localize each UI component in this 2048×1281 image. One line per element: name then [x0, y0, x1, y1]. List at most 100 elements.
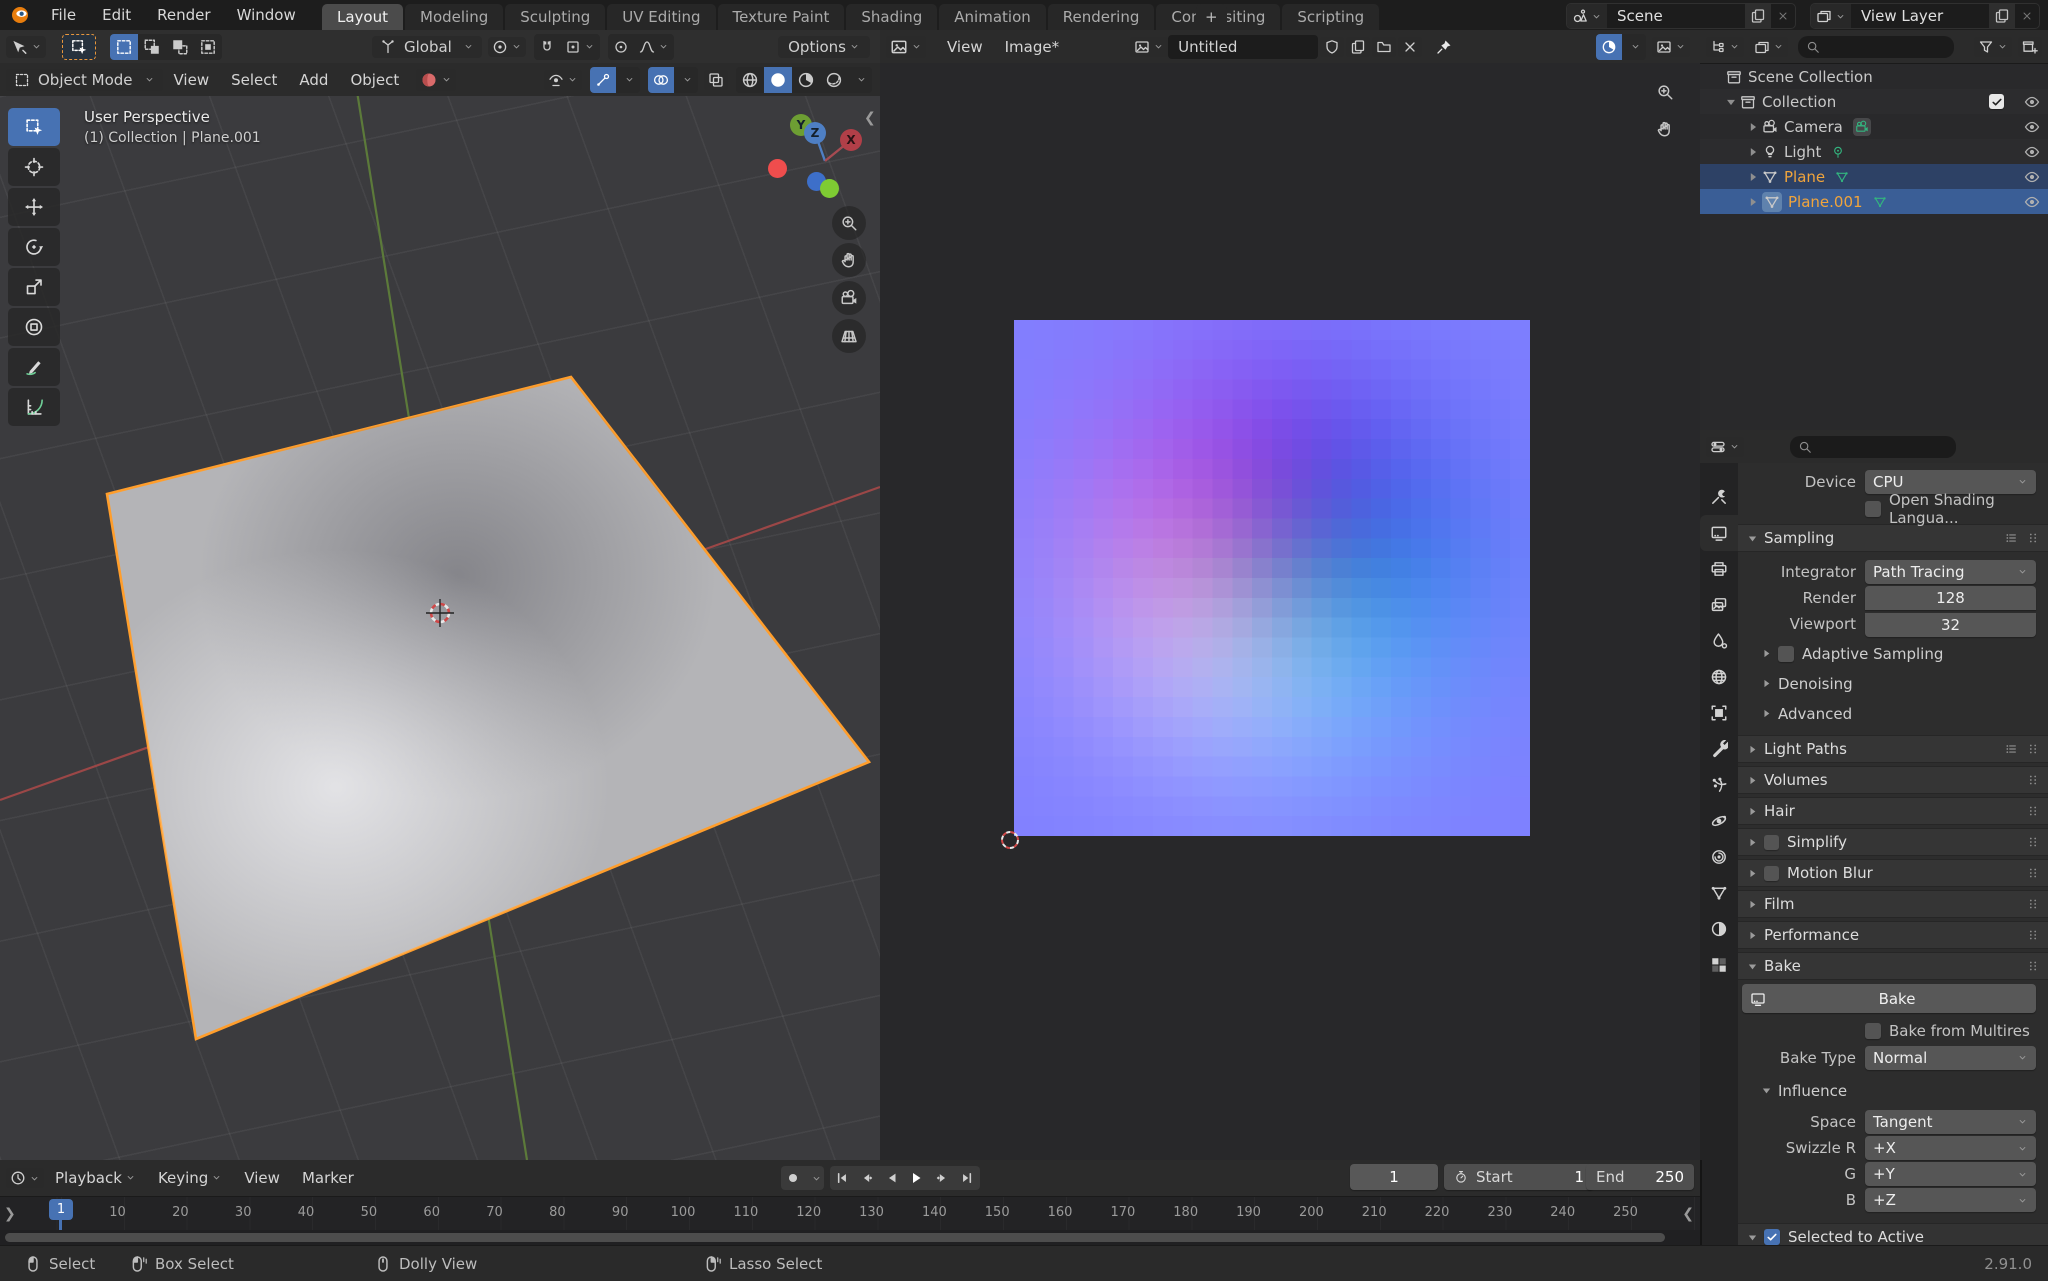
editor-type-button[interactable]: [886, 35, 926, 58]
editor-type-button[interactable]: [6, 35, 46, 58]
active-tool-button[interactable]: [62, 33, 96, 60]
menu-item[interactable]: Marker: [291, 1169, 365, 1187]
panel-header[interactable]: Film: [1738, 890, 2048, 918]
menu-item[interactable]: View: [233, 1169, 291, 1187]
integrator-dropdown[interactable]: Path Tracing: [1865, 559, 2036, 584]
select-mode-subtract-button[interactable]: [166, 34, 194, 60]
timeline-scrollbar[interactable]: [0, 1230, 1700, 1245]
open-image-button[interactable]: [1372, 36, 1397, 57]
jump-to-end-button[interactable]: [955, 1166, 980, 1190]
tool-transform[interactable]: [8, 308, 60, 346]
workspace-tab[interactable]: Modeling: [405, 4, 504, 30]
tab-physics[interactable]: [1700, 803, 1738, 839]
workspace-tab[interactable]: Animation: [939, 4, 1046, 30]
disclosure-triangle-icon[interactable]: [1746, 145, 1760, 159]
workspace-tab[interactable]: Sculpting: [505, 4, 606, 30]
fake-user-toggle[interactable]: [1320, 36, 1345, 57]
overlays-dropdown[interactable]: [674, 67, 698, 93]
scrollbar-handle[interactable]: [5, 1233, 1665, 1242]
bake-button[interactable]: Bake: [1742, 984, 2036, 1013]
camera-view-button[interactable]: [832, 281, 866, 315]
properties-search-input[interactable]: [1790, 435, 1956, 458]
subpanel-checkbox[interactable]: [1778, 645, 1794, 662]
tab-object-data[interactable]: [1700, 875, 1738, 911]
pivot-point-dropdown[interactable]: [487, 36, 526, 57]
image-mode-button[interactable]: [1596, 33, 1622, 60]
select-mode-intersect-button[interactable]: [194, 34, 222, 60]
menu-item[interactable]: Object: [339, 71, 410, 89]
tool-select-box[interactable]: [8, 108, 60, 146]
proportional-edit-toggle[interactable]: [608, 34, 634, 60]
eye-icon[interactable]: [2024, 169, 2040, 185]
workspace-tab[interactable]: Shading: [846, 4, 938, 30]
unlink-image-button[interactable]: [1398, 36, 1423, 57]
snap-toggle-button[interactable]: [534, 34, 560, 60]
playhead[interactable]: 1: [49, 1199, 73, 1220]
panel-bake-header[interactable]: Bake: [1738, 952, 2048, 980]
tab-world[interactable]: [1700, 659, 1738, 695]
display-channels-dropdown[interactable]: [1652, 36, 1690, 57]
gizmo-axis-y-neg[interactable]: [820, 179, 839, 198]
visibility-dropdown[interactable]: [544, 69, 582, 90]
new-collection-button[interactable]: [2018, 36, 2042, 57]
editor-type-button[interactable]: [1706, 36, 1744, 57]
zoom-button[interactable]: [1650, 77, 1680, 107]
panel-sampling-header[interactable]: Sampling: [1738, 524, 2048, 552]
menu-item[interactable]: Window: [224, 6, 309, 24]
workspace-tab[interactable]: Scripting: [1282, 4, 1380, 30]
menu-item[interactable]: Edit: [89, 6, 144, 24]
shading-wireframe-button[interactable]: [736, 67, 764, 93]
gizmo-axis-x[interactable]: X: [840, 129, 862, 151]
tab-particles[interactable]: [1700, 767, 1738, 803]
keying-dropdown[interactable]: [806, 1166, 824, 1190]
gizmo-axis-z[interactable]: Z: [804, 122, 826, 144]
tab-output[interactable]: [1700, 551, 1738, 587]
tab-view-layer[interactable]: [1700, 587, 1738, 623]
options-dropdown[interactable]: Options: [778, 35, 870, 58]
swizzle-dropdown[interactable]: +X: [1865, 1136, 2036, 1160]
mode-options-dropdown[interactable]: [416, 68, 457, 91]
bake-type-dropdown[interactable]: Normal: [1865, 1045, 2036, 1070]
menu-item[interactable]: Add: [288, 71, 339, 89]
menu-item[interactable]: View: [163, 71, 221, 89]
prev-keyframe-button[interactable]: [855, 1166, 880, 1190]
sidebar-collapse-arrow[interactable]: ❮: [864, 110, 876, 126]
tab-scene[interactable]: [1700, 623, 1738, 659]
frame-end-field[interactable]: End 250: [1586, 1164, 1694, 1190]
navigation-gizmo[interactable]: Y Z X: [755, 106, 875, 201]
add-workspace-button[interactable]: +: [1196, 4, 1227, 30]
menu-item[interactable]: File: [38, 6, 89, 24]
osl-checkbox[interactable]: [1865, 500, 1881, 517]
subpanel-header[interactable]: Adaptive Sampling: [1738, 640, 2048, 667]
play-button[interactable]: [905, 1166, 930, 1190]
collection-checkbox[interactable]: [1989, 94, 2004, 109]
browse-image-dropdown[interactable]: [1130, 36, 1169, 57]
tab-constraints[interactable]: [1700, 839, 1738, 875]
play-reverse-button[interactable]: [880, 1166, 905, 1190]
timeline-ruler[interactable]: 10 20 30 40 50 60 70 80 90 100 110 120 130 140 150 160 1…: [0, 1196, 1700, 1231]
outliner-row[interactable]: Scene Collection: [1700, 64, 2048, 89]
shading-solid-button[interactable]: [764, 66, 792, 93]
tool-cursor[interactable]: [8, 148, 60, 186]
subpanel-header[interactable]: Advanced: [1738, 700, 2048, 727]
display-mode-dropdown[interactable]: [1750, 36, 1788, 57]
panel-header[interactable]: Performance: [1738, 921, 2048, 949]
shading-rendered-button[interactable]: [820, 67, 848, 93]
selected-to-active-checkbox[interactable]: [1764, 1229, 1780, 1245]
new-scene-button[interactable]: [1745, 4, 1771, 28]
new-image-button[interactable]: [1346, 36, 1371, 57]
editor-type-button[interactable]: [6, 1168, 44, 1188]
outliner-row[interactable]: Plane.001: [1700, 189, 2048, 214]
pan-button[interactable]: [832, 243, 866, 277]
blender-logo-icon[interactable]: [10, 5, 30, 25]
tool-annotate[interactable]: [8, 348, 60, 386]
presets-icon[interactable]: [2004, 531, 2018, 545]
gizmo-axis-x-neg[interactable]: [768, 159, 787, 178]
presets-icon[interactable]: [2004, 742, 2018, 756]
tab-tool[interactable]: [1700, 479, 1738, 515]
subpanel-influence-header[interactable]: Influence: [1738, 1077, 2048, 1104]
panel-header[interactable]: Hair: [1738, 797, 2048, 825]
outliner-row[interactable]: Plane: [1700, 164, 2048, 189]
panel-checkbox[interactable]: [1764, 834, 1779, 850]
outliner-row[interactable]: Light: [1700, 139, 2048, 164]
